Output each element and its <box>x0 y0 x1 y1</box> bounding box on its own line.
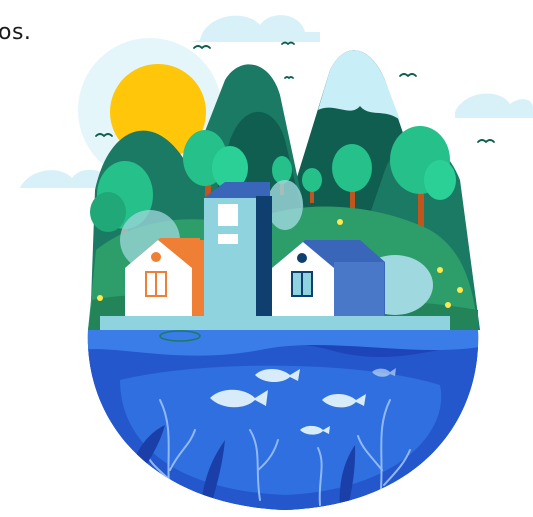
round-window <box>151 252 161 262</box>
round-window <box>297 253 307 263</box>
bird-icon <box>193 45 211 50</box>
flower-icon <box>437 267 443 273</box>
building-side <box>256 196 272 320</box>
underwater <box>87 330 479 510</box>
tree-crown <box>332 144 372 192</box>
bird-icon <box>284 76 294 80</box>
flower-icon <box>445 302 451 308</box>
window <box>218 234 238 244</box>
tree-crown <box>272 156 292 184</box>
tree-crown <box>90 192 126 232</box>
bush <box>267 180 303 230</box>
flower-icon <box>337 219 343 225</box>
flower-icon <box>97 295 103 301</box>
cloud <box>455 93 533 118</box>
tree-crown <box>424 160 456 200</box>
tall-building <box>204 182 272 320</box>
window <box>218 204 238 226</box>
cloud <box>190 15 320 43</box>
house-side <box>334 262 384 320</box>
tree-crown <box>302 168 322 192</box>
bird-icon <box>477 139 495 144</box>
bird-icon <box>399 73 417 78</box>
flower-icon <box>457 287 463 293</box>
eco-landscape-illustration <box>20 15 533 510</box>
riverbank <box>100 316 450 330</box>
bird-icon <box>281 41 295 46</box>
